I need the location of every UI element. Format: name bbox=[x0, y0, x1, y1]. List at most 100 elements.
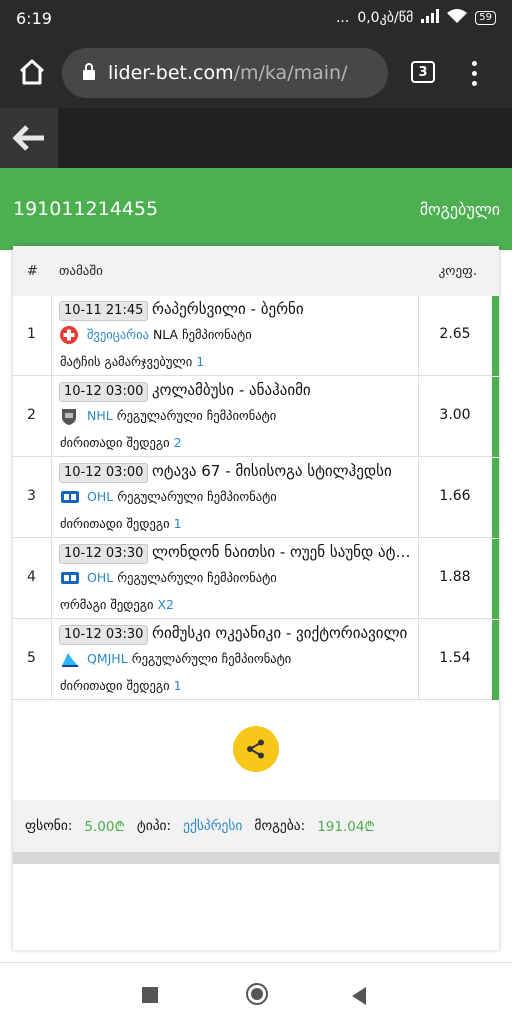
win-indicator bbox=[492, 458, 499, 538]
table-row[interactable]: 4 10-12 03:30 ლონდონ ნაითსი - ოუენ საუნდ… bbox=[13, 539, 499, 619]
league: რეგულარული ჩემპიონატი bbox=[117, 489, 277, 504]
odds-value: 1.54 bbox=[439, 650, 471, 666]
ticket-header: 191011214455 მოგებული bbox=[0, 168, 512, 250]
type-label: ტიპი: bbox=[136, 818, 172, 834]
market: ძირითადი შედეგი bbox=[60, 678, 170, 693]
status-time: 6:19 bbox=[16, 8, 52, 28]
app-header bbox=[0, 108, 512, 168]
market-line: ძირითადი შედეგი 1 bbox=[60, 516, 182, 531]
battery-icon: 59 bbox=[475, 11, 496, 25]
match-teams: ლონდონ ნაითსი - ოუენ საუნდ ატაკი bbox=[152, 543, 412, 561]
status-right: ... 0,0კბ/წმ 59 bbox=[336, 9, 496, 27]
odds-value: 2.65 bbox=[439, 326, 471, 342]
market: ძირითადი შედეგი bbox=[60, 435, 170, 450]
swiss-flag-icon bbox=[60, 326, 78, 344]
win-indicator bbox=[492, 377, 499, 457]
win-label: მოგება: bbox=[254, 818, 306, 834]
odds-value: 3.00 bbox=[439, 407, 471, 423]
stake-value: 5.00₾ bbox=[84, 819, 125, 835]
ohl-icon bbox=[60, 488, 79, 506]
share-button[interactable] bbox=[233, 726, 279, 772]
league-line: NHL რეგულარული ჩემპიონატი bbox=[87, 408, 276, 423]
browser-toolbar: lider-bet.com/m/ka/main/ 3 bbox=[0, 36, 512, 108]
market: ორმაგი შედეგი bbox=[60, 597, 154, 612]
pick: 1 bbox=[196, 354, 205, 369]
status-bar: 6:19 ... 0,0კბ/წმ 59 bbox=[0, 0, 512, 36]
league: რეგულარული ჩემპიონატი bbox=[131, 651, 292, 666]
network-speed: 0,0კბ/წმ bbox=[357, 10, 414, 26]
pick: 2 bbox=[173, 435, 182, 450]
league-line: OHL რეგულარული ჩემპიონატი bbox=[87, 489, 277, 504]
odds-value: 1.66 bbox=[439, 488, 471, 504]
row-number: 5 bbox=[27, 650, 36, 666]
league-line: OHL რეგულარული ჩემპიონატი bbox=[87, 570, 277, 585]
win-indicator bbox=[492, 296, 499, 376]
country: QMJHL bbox=[87, 651, 128, 666]
row-number: 2 bbox=[27, 407, 36, 423]
tab-switcher-button[interactable]: 3 bbox=[411, 61, 435, 83]
ticket-summary: ფსონი: 5.00₾ ტიპი: ექსპრესი მოგება: 191.… bbox=[13, 800, 499, 852]
signal-icon bbox=[421, 9, 440, 27]
row-number: 1 bbox=[27, 326, 36, 342]
type-value: ექსპრესი bbox=[183, 818, 243, 834]
win-indicator bbox=[492, 620, 499, 700]
league: რეგულარული ჩემპიონატი bbox=[116, 408, 277, 423]
pick: X2 bbox=[157, 597, 175, 612]
stake-label: ფსონი: bbox=[25, 818, 73, 834]
ticket-status: მოგებული bbox=[419, 200, 500, 219]
match-time: 10-12 03:00 bbox=[59, 382, 149, 402]
recents-icon[interactable] bbox=[142, 987, 158, 1003]
match-teams: კოლამბუსი - ანაჰაიმი bbox=[152, 381, 311, 399]
table-row[interactable]: 5 10-12 03:30 რიმუსკი ოკეანიკი - ვიქტორი… bbox=[13, 620, 499, 700]
table-row[interactable]: 1 10-11 21:45 რაპერსვილი - ბერნი შვეიცარ… bbox=[13, 296, 499, 376]
qmjhl-icon bbox=[60, 650, 78, 668]
table-row[interactable]: 3 10-12 03:00 ოტავა 67 - მისისოგა სტილჰე… bbox=[13, 458, 499, 538]
odds-value: 1.88 bbox=[439, 569, 471, 585]
win-indicator bbox=[492, 539, 499, 619]
match-time: 10-11 21:45 bbox=[59, 301, 149, 321]
back-button[interactable] bbox=[0, 108, 58, 168]
lock-icon bbox=[82, 62, 96, 85]
divider bbox=[13, 852, 499, 864]
system-nav-bar bbox=[0, 962, 512, 1024]
wifi-icon bbox=[447, 9, 468, 27]
match-teams: ოტავა 67 - მისისოგა სტილჰედსი bbox=[152, 462, 392, 480]
pick: 1 bbox=[173, 516, 182, 531]
share-icon bbox=[247, 739, 264, 759]
country: OHL bbox=[87, 489, 114, 504]
overflow-menu-icon[interactable] bbox=[466, 58, 482, 88]
home-icon[interactable] bbox=[17, 57, 47, 87]
table-row[interactable]: 2 10-12 03:00 კოლამბუსი - ანაჰაიმი NHL რე… bbox=[13, 377, 499, 457]
pick: 1 bbox=[173, 678, 182, 693]
ohl-icon bbox=[60, 569, 79, 587]
market-line: ძირითადი შედეგი 1 bbox=[60, 678, 182, 693]
back-arrow-icon bbox=[12, 125, 44, 151]
table-header: # თამაში კოეფ. bbox=[13, 246, 499, 296]
url-path: /m/ka/main/ bbox=[233, 62, 348, 84]
country: OHL bbox=[87, 570, 114, 585]
market-line: ძირითადი შედეგი 2 bbox=[60, 435, 182, 450]
match-teams: რიმუსკი ოკეანიკი - ვიქტორიავილი bbox=[152, 624, 408, 642]
ticket-id: 191011214455 bbox=[13, 198, 159, 220]
league-line: QMJHL რეგულარული ჩემპიონატი bbox=[87, 651, 291, 666]
win-value: 191.04₾ bbox=[317, 819, 375, 835]
country: NHL bbox=[87, 408, 113, 423]
url-host: lider-bet.com bbox=[108, 62, 234, 84]
header-odds: კოეფ. bbox=[438, 264, 477, 279]
header-num: # bbox=[27, 264, 38, 279]
match-time: 10-12 03:00 bbox=[59, 463, 149, 483]
status-dots: ... bbox=[335, 10, 350, 26]
header-game: თამაში bbox=[59, 264, 103, 279]
market-line: მატჩის გამარჯვებული 1 bbox=[60, 354, 204, 369]
league-line: შვეიცარია NLA ჩემპიონატი bbox=[87, 327, 252, 342]
nhl-icon bbox=[60, 407, 78, 425]
league: რეგულარული ჩემპიონატი bbox=[117, 570, 277, 585]
match-teams: რაპერსვილი - ბერნი bbox=[152, 300, 304, 318]
market: მატჩის გამარჯვებული bbox=[60, 354, 193, 369]
back-nav-icon[interactable] bbox=[352, 987, 366, 1005]
ticket-card: # თამაში კოეფ. 1 10-11 21:45 რაპერსვილი … bbox=[13, 246, 499, 950]
country: შვეიცარია bbox=[87, 327, 149, 342]
home-nav-icon[interactable] bbox=[246, 983, 268, 1005]
url-bar[interactable]: lider-bet.com/m/ka/main/ bbox=[62, 48, 388, 98]
match-time: 10-12 03:30 bbox=[59, 544, 149, 564]
